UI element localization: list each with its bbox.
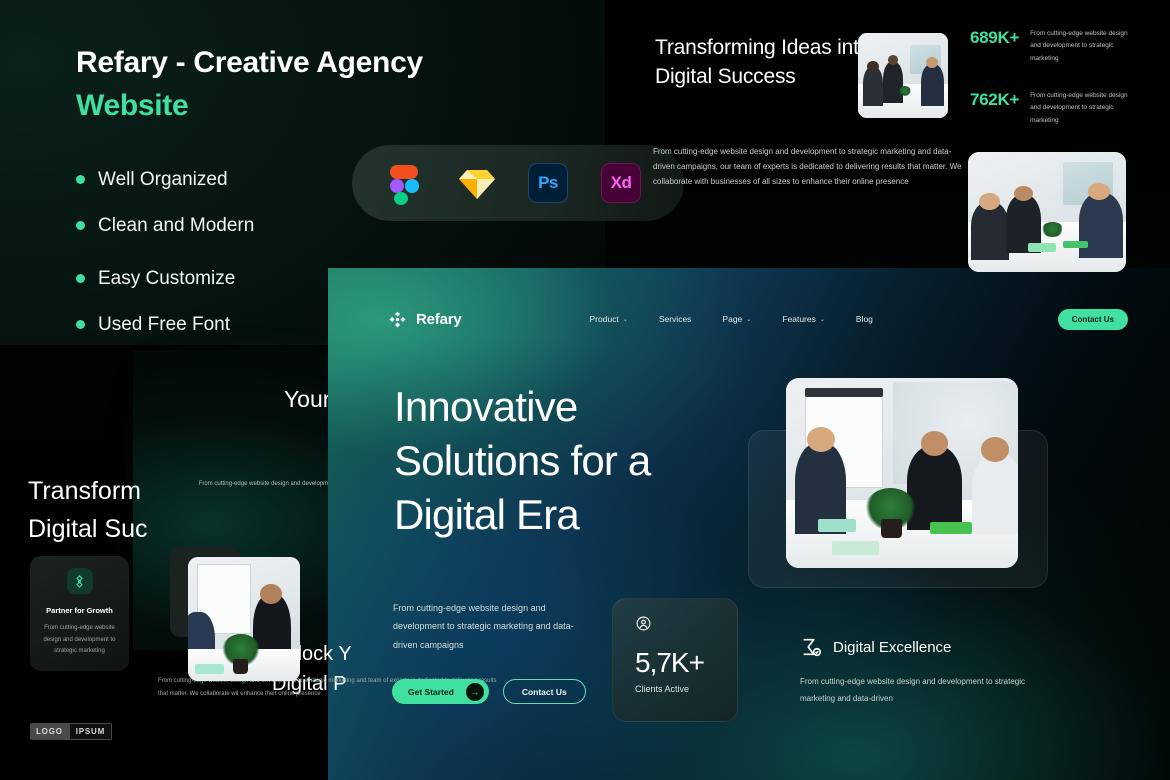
logo-word-right: IPSUM (68, 723, 113, 740)
figma-icon (382, 161, 426, 205)
user-icon (636, 616, 651, 631)
stat-description: From cutting-edge website design and dev… (1030, 92, 1128, 124)
list-item: Clean and Modern (76, 216, 406, 235)
page-title: Refary - Creative Agency Website (76, 42, 596, 127)
get-started-label: Get Started (408, 686, 454, 697)
bl-heading-line-1: Transform (28, 477, 141, 505)
stat-value: 689K+ (970, 28, 1020, 47)
feature-label: Easy Customize (98, 268, 236, 289)
stats-group: 689K+ From cutting-edge website design a… (970, 28, 1170, 152)
digital-excellence-icon (803, 638, 822, 657)
brand-name: Refary (416, 310, 462, 328)
poster-canvas: Refary - Creative Agency Website Well Or… (0, 0, 1170, 780)
brand-logo[interactable]: Refary (388, 310, 462, 329)
bullet-dot-icon (76, 221, 85, 230)
nav-label: Services (658, 314, 692, 324)
bullet-dot-icon (76, 320, 85, 329)
chevron-down-icon: ⌄ (819, 316, 825, 323)
chevron-down-icon: ⌄ (746, 316, 752, 323)
bullet-dot-icon (76, 274, 85, 283)
poster-headline: Refary - Creative Agency Website (76, 42, 596, 127)
hero-cta-group: Get Started → Contact Us (392, 679, 586, 704)
bottom-left-heading: Transform Digital Suc (28, 472, 148, 548)
partner-for-growth-card: Partner for Growth From cutting-edge web… (30, 556, 129, 671)
nav-label: Product (589, 314, 619, 324)
nav-item-services[interactable]: Services (659, 314, 692, 324)
logo-word-left: LOGO (30, 723, 69, 740)
hero-title: Innovative Solutions for a Digital Era (394, 380, 744, 541)
partner-card-title: Partner for Growth (46, 606, 113, 615)
nav-contact-us-button[interactable]: Contact Us (1057, 308, 1128, 330)
logo-ipsum-badge: LOGO IPSUM (30, 723, 113, 740)
feature-label: Well Organized (98, 169, 228, 190)
digital-excellence-title: Digital Excellence (833, 638, 952, 656)
hero-title-line-2: Solutions for a (394, 436, 651, 484)
stat-item: 762K+ From cutting-edge website design a… (970, 90, 1170, 127)
clients-label: Clients Active (635, 684, 690, 694)
feature-label: Clean and Modern (98, 215, 255, 236)
nav-label: Features (782, 314, 816, 324)
clients-value: 5,7K+ (635, 647, 705, 678)
main-menu: Product ⌄ Services Page ⌄ Features ⌄ Blo… (590, 314, 873, 324)
meeting-photo-small (858, 33, 948, 118)
nav-item-blog[interactable]: Blog (856, 314, 873, 324)
photoshop-label: Ps (528, 163, 568, 203)
digital-excellence-body: From cutting-edge website design and dev… (800, 677, 1026, 703)
partner-icon (66, 568, 93, 594)
hero-meeting-photo (786, 378, 1018, 568)
hero-paragraph: From cutting-edge website design and dev… (393, 603, 574, 650)
hero-title-line-3: Digital Era (394, 490, 580, 538)
presentation-photo (188, 557, 300, 681)
bl-heading-line-2: Digital Suc (28, 515, 148, 543)
title-line-2: Website (76, 88, 189, 122)
stat-value: 762K+ (970, 90, 1020, 110)
partner-card-body: From cutting-edge website design and dev… (43, 625, 116, 655)
arrow-right-icon: → (465, 682, 484, 701)
contact-us-button[interactable]: Contact Us (502, 679, 586, 704)
chevron-down-icon: ⌄ (622, 316, 628, 323)
photoshop-icon: Ps (528, 161, 572, 205)
get-started-button[interactable]: Get Started → (392, 679, 489, 704)
title-line-1: Refary - Creative Agency (76, 46, 423, 79)
digital-excellence-block: Digital Excellence From cutting-edge web… (800, 636, 1040, 708)
hero-title-line-1: Innovative (394, 383, 578, 430)
bullet-dot-icon (76, 175, 85, 184)
meeting-photo-medium (968, 152, 1126, 272)
nav-item-product[interactable]: Product ⌄ (590, 314, 628, 324)
stat-item: 689K+ From cutting-edge website design a… (970, 28, 1170, 65)
feature-label: Used Free Font (98, 314, 230, 335)
nav-item-page[interactable]: Page ⌄ (722, 314, 751, 324)
panel-paragraph: From cutting-edge website design and dev… (653, 147, 962, 186)
stat-description: From cutting-edge website design and dev… (1030, 30, 1128, 62)
refary-logo-icon (389, 311, 406, 327)
navbar: Refary Product ⌄ Services Page ⌄ Feature… (388, 304, 1128, 334)
clients-active-card: 5,7K+ Clients Active (612, 598, 738, 722)
panel-heading: Transforming Ideas into Digital Success (655, 36, 871, 89)
sketch-icon (455, 161, 499, 205)
nav-item-features[interactable]: Features ⌄ (782, 314, 825, 324)
nav-label: Page (722, 314, 743, 324)
nav-label: Blog (855, 314, 873, 324)
